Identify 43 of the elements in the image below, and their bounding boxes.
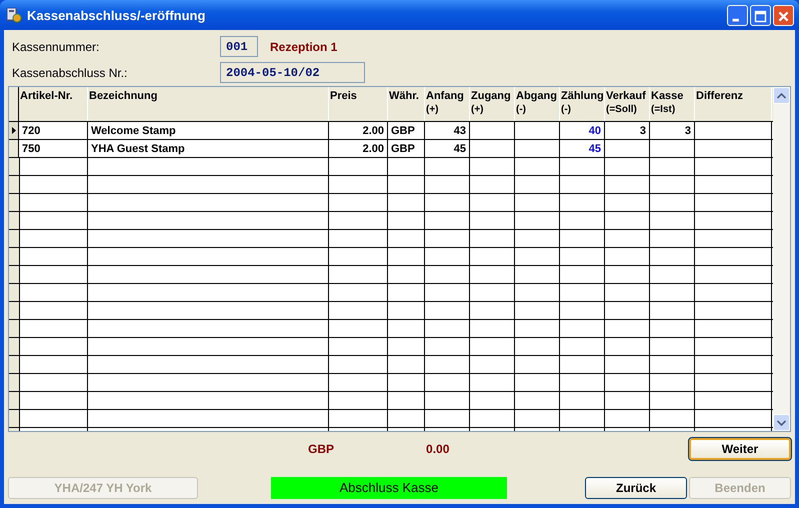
field-label: Kassennummer:	[12, 40, 100, 54]
column-header[interactable]: Verkauf (=Soll)	[605, 87, 650, 121]
column-header[interactable]: Preis	[329, 87, 388, 121]
column-header[interactable]: Zugang (+)	[470, 87, 515, 121]
table-cell: 750	[22, 142, 40, 154]
table-cell: 40	[588, 124, 601, 136]
table-cell: GBP	[391, 124, 415, 136]
column-header[interactable]: Zählung (-)	[560, 87, 605, 121]
row-pointer-icon	[12, 127, 16, 134]
app-icon	[6, 7, 22, 23]
scroll-down-icon[interactable]	[777, 420, 786, 426]
column-header[interactable]: Anfang (+)	[425, 87, 470, 121]
table-cell: 45	[588, 142, 601, 154]
scroll-up-icon[interactable]	[777, 92, 786, 98]
table-cell: 2.00	[362, 124, 384, 136]
register-name: Rezeption 1	[270, 40, 338, 54]
column-header[interactable]: Artikel-Nr.	[19, 87, 88, 121]
column-header[interactable]: Bezeichnung	[88, 87, 329, 121]
column-header[interactable]: Differenz	[695, 87, 772, 121]
total-amount: 0.00	[426, 442, 450, 456]
table-cell: Welcome Stamp	[91, 124, 176, 136]
table-cell: YHA Guest Stamp	[91, 142, 185, 154]
window-title: Kassenabschluss/-eröffnung	[27, 8, 206, 22]
table-cell: GBP	[391, 142, 415, 154]
column-header[interactable]: Abgang (-)	[515, 87, 560, 121]
field-label: Kassenabschluss Nr.:	[12, 66, 128, 80]
table-cell: 2.00	[362, 142, 384, 154]
value-field: 001	[220, 36, 258, 57]
scrollbar[interactable]	[773, 87, 790, 431]
currency-label: GBP	[308, 442, 334, 456]
value-field: 2004-05-10/02	[220, 62, 365, 83]
table-cell: 3	[640, 124, 646, 136]
row-header[interactable]	[9, 122, 19, 139]
column-header[interactable]: Währ.	[388, 87, 425, 121]
next-button[interactable]: Weiter	[689, 438, 791, 460]
column-header[interactable]: Kasse (=Ist)	[650, 87, 695, 121]
table-cell: 720	[22, 124, 40, 136]
row-header[interactable]	[9, 140, 19, 157]
table-cell: 43	[454, 124, 466, 136]
status-indicator: Abschluss Kasse	[271, 477, 507, 499]
table-cell: 45	[454, 142, 466, 154]
table-cell: 3	[684, 124, 691, 136]
back-button[interactable]: Zurück	[585, 477, 687, 499]
